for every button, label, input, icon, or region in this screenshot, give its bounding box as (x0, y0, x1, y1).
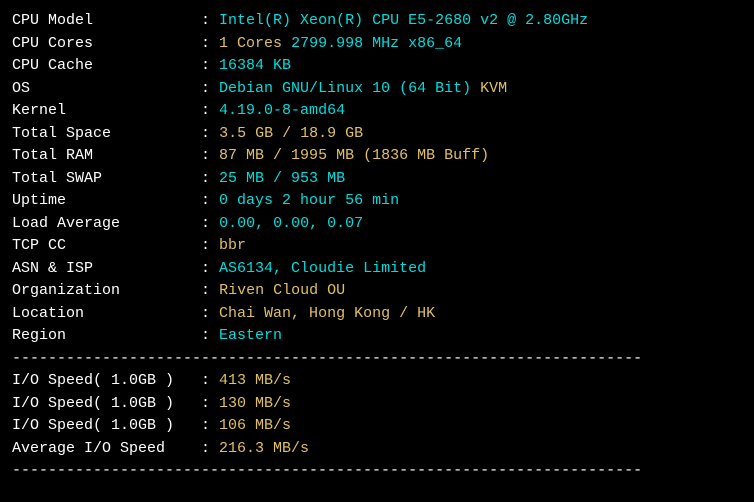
divider-line: ----------------------------------------… (12, 460, 742, 483)
value-total-ram: 87 MB / 1995 MB (1836 MB Buff) (219, 145, 489, 168)
colon: : (93, 10, 219, 33)
label-tcp-cc: TCP CC (12, 235, 66, 258)
row-load-average: Load Average : 0.00, 0.00, 0.07 (12, 213, 742, 236)
colon: : (93, 145, 219, 168)
label-cpu-cores: CPU Cores (12, 33, 93, 56)
label-io-1: I/O Speed( 1.0GB ) (12, 370, 174, 393)
colon: : (165, 438, 219, 461)
colon: : (120, 213, 219, 236)
row-io-speed-1: I/O Speed( 1.0GB ) : 413 MB/s (12, 370, 742, 393)
row-total-space: Total Space : 3.5 GB / 18.9 GB (12, 123, 742, 146)
row-region: Region : Eastern (12, 325, 742, 348)
value-io-1: 413 MB/s (219, 370, 291, 393)
value-cpu-model: Intel(R) Xeon(R) CPU E5-2680 v2 @ 2.80GH… (219, 10, 588, 33)
row-tcp-cc: TCP CC : bbr (12, 235, 742, 258)
value-io-3: 106 MB/s (219, 415, 291, 438)
label-io-3: I/O Speed( 1.0GB ) (12, 415, 174, 438)
row-io-speed-3: I/O Speed( 1.0GB ) : 106 MB/s (12, 415, 742, 438)
value-region: Eastern (219, 325, 282, 348)
colon: : (93, 258, 219, 281)
label-organization: Organization (12, 280, 120, 303)
label-io-2: I/O Speed( 1.0GB ) (12, 393, 174, 416)
row-total-ram: Total RAM : 87 MB / 1995 MB (1836 MB Buf… (12, 145, 742, 168)
colon: : (174, 370, 219, 393)
colon: : (84, 303, 219, 326)
row-total-swap: Total SWAP : 25 MB / 953 MB (12, 168, 742, 191)
value-cpu-cores: 1 Cores 2799.998 MHz x86_64 (219, 33, 462, 56)
colon: : (66, 190, 219, 213)
value-tcp-cc: bbr (219, 235, 246, 258)
colon: : (102, 168, 219, 191)
colon: : (174, 415, 219, 438)
colon: : (66, 325, 219, 348)
value-os: Debian GNU/Linux 10 (64 Bit) KVM (219, 78, 507, 101)
label-total-space: Total Space (12, 123, 111, 146)
value-uptime: 0 days 2 hour 56 min (219, 190, 399, 213)
label-total-swap: Total SWAP (12, 168, 102, 191)
colon: : (66, 235, 219, 258)
io-speed-section: I/O Speed( 1.0GB ) : 413 MB/s I/O Speed(… (12, 370, 742, 460)
value-io-2: 130 MB/s (219, 393, 291, 416)
colon: : (93, 55, 219, 78)
system-info-top-section: CPU Model : Intel(R) Xeon(R) CPU E5-2680… (12, 10, 742, 348)
colon: : (30, 78, 219, 101)
row-io-speed-2: I/O Speed( 1.0GB ) : 130 MB/s (12, 393, 742, 416)
value-location: Chai Wan, Hong Kong / HK (219, 303, 435, 326)
colon: : (93, 33, 219, 56)
value-total-space: 3.5 GB / 18.9 GB (219, 123, 363, 146)
value-load-average: 0.00, 0.00, 0.07 (219, 213, 363, 236)
row-organization: Organization : Riven Cloud OU (12, 280, 742, 303)
divider-line: ----------------------------------------… (12, 348, 742, 371)
row-kernel: Kernel : 4.19.0-8-amd64 (12, 100, 742, 123)
row-uptime: Uptime : 0 days 2 hour 56 min (12, 190, 742, 213)
label-avg-io: Average I/O Speed (12, 438, 165, 461)
label-uptime: Uptime (12, 190, 66, 213)
label-asn-isp: ASN & ISP (12, 258, 93, 281)
label-load-average: Load Average (12, 213, 120, 236)
row-cpu-model: CPU Model : Intel(R) Xeon(R) CPU E5-2680… (12, 10, 742, 33)
colon: : (174, 393, 219, 416)
row-location: Location : Chai Wan, Hong Kong / HK (12, 303, 742, 326)
label-os: OS (12, 78, 30, 101)
label-cpu-cache: CPU Cache (12, 55, 93, 78)
value-total-swap: 25 MB / 953 MB (219, 168, 345, 191)
value-cpu-cache: 16384 KB (219, 55, 291, 78)
label-kernel: Kernel (12, 100, 66, 123)
colon: : (120, 280, 219, 303)
label-region: Region (12, 325, 66, 348)
row-avg-io-speed: Average I/O Speed : 216.3 MB/s (12, 438, 742, 461)
label-cpu-model: CPU Model (12, 10, 93, 33)
value-kernel: 4.19.0-8-amd64 (219, 100, 345, 123)
row-cpu-cores: CPU Cores : 1 Cores 2799.998 MHz x86_64 (12, 33, 742, 56)
value-avg-io: 216.3 MB/s (219, 438, 309, 461)
row-os: OS : Debian GNU/Linux 10 (64 Bit) KVM (12, 78, 742, 101)
label-location: Location (12, 303, 84, 326)
value-organization: Riven Cloud OU (219, 280, 345, 303)
colon: : (66, 100, 219, 123)
colon: : (111, 123, 219, 146)
row-asn-isp: ASN & ISP : AS6134, Cloudie Limited (12, 258, 742, 281)
row-cpu-cache: CPU Cache : 16384 KB (12, 55, 742, 78)
value-asn-isp: AS6134, Cloudie Limited (219, 258, 426, 281)
label-total-ram: Total RAM (12, 145, 93, 168)
